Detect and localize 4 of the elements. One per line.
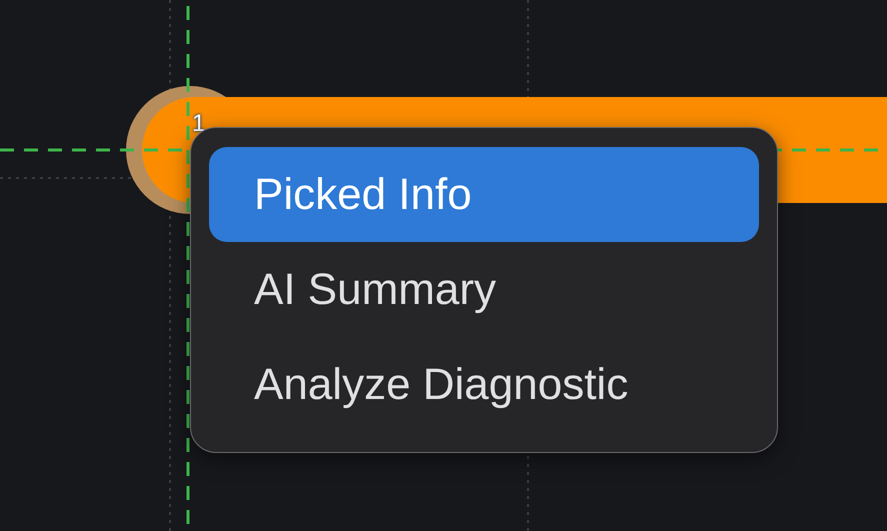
menu-item[interactable]: Analyze Diagnostic — [209, 337, 759, 432]
menu-item[interactable]: Picked Info — [209, 147, 759, 242]
menu-item[interactable]: AI Summary — [209, 242, 759, 337]
pin-label: 1 — [192, 112, 206, 136]
